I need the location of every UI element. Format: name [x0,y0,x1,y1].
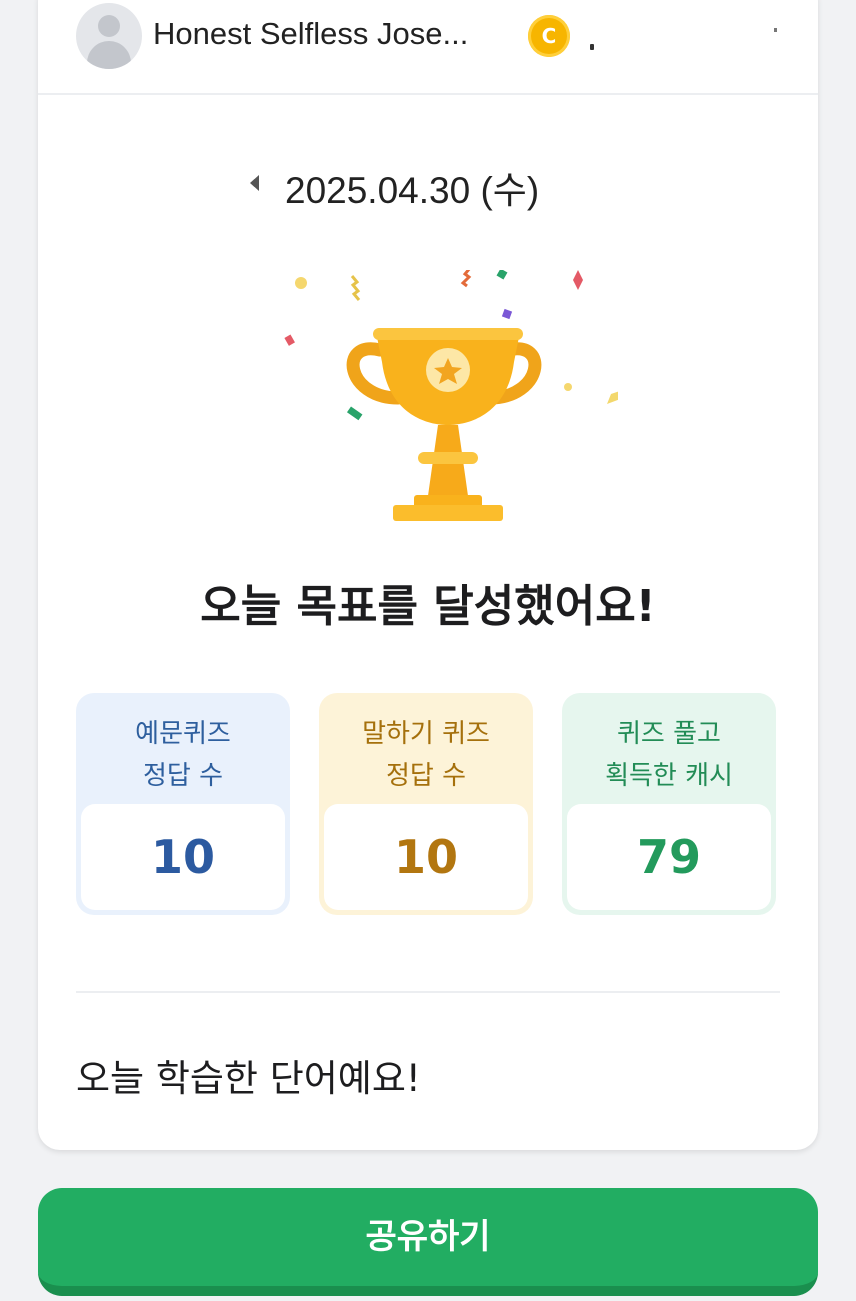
divider [76,991,780,993]
stat-value: 79 [567,804,771,910]
hidden-text-fragment [590,44,594,50]
profile-header: Honest Selfless Jose... C [38,0,818,95]
date-navigator: 2025.04.30 (수) [38,160,818,211]
result-card: Honest Selfless Jose... C 2025.04.30 (수) [38,0,818,1150]
hidden-text-fragment [774,28,777,32]
stat-label: 예문퀴즈 정답 수 [135,719,231,791]
stat-value: 10 [324,804,528,910]
username: Honest Selfless Jose... [153,16,469,51]
stat-card-example-quiz: 예문퀴즈 정답 수 10 [76,693,290,915]
words-learned-heading: 오늘 학습한 단어예요! [76,1057,421,1100]
stat-label: 말하기 퀴즈 정답 수 [362,719,490,791]
coin-icon: C [528,15,570,57]
share-button[interactable]: 공유하기 [38,1188,818,1296]
stat-card-cash-earned: 퀴즈 풀고 획득한 캐시 79 [562,693,776,915]
stat-value: 10 [81,804,285,910]
trophy-icon [284,267,623,521]
avatar[interactable] [76,3,142,69]
stat-label: 퀴즈 풀고 획득한 캐시 [605,719,733,791]
date-label: 2025.04.30 (수) [285,170,540,211]
prev-date-icon[interactable] [250,175,259,191]
stat-card-speaking-quiz: 말하기 퀴즈 정답 수 10 [319,693,533,915]
goal-achieved-heading: 오늘 목표를 달성했어요! [200,581,656,632]
trophy-illustration [238,267,623,540]
